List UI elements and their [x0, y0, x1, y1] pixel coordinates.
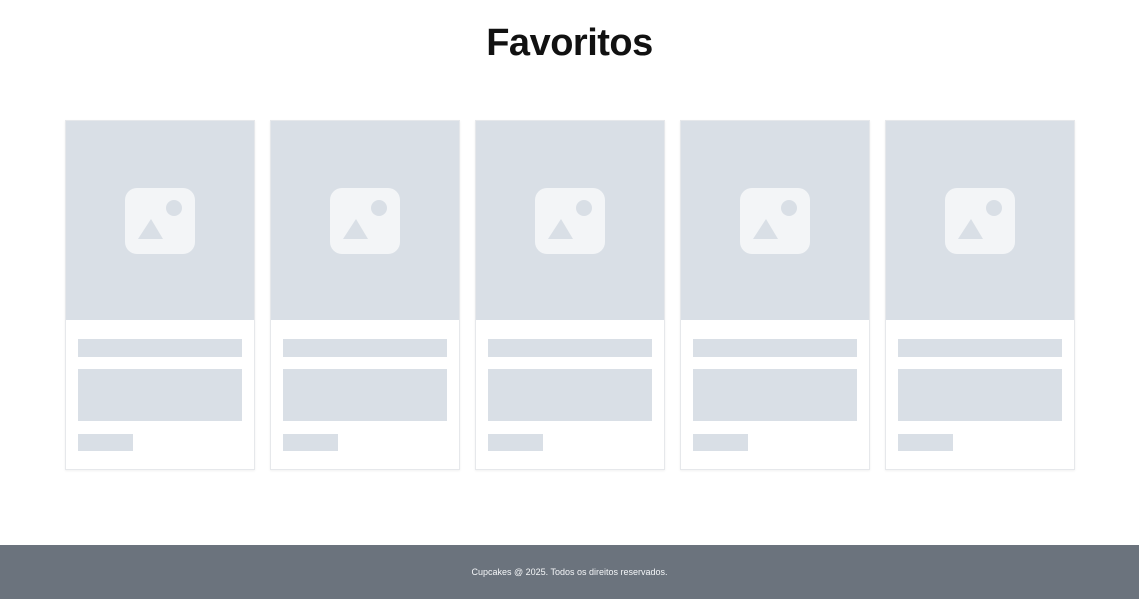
card-description-skeleton: [78, 369, 242, 421]
favorite-card-skeleton: [65, 120, 255, 470]
card-description-skeleton: [898, 369, 1062, 421]
card-image-placeholder: [476, 121, 664, 320]
card-title-skeleton: [283, 339, 447, 357]
card-price-skeleton: [693, 434, 748, 451]
card-price-skeleton: [898, 434, 953, 451]
card-price-skeleton: [283, 434, 338, 451]
card-image-placeholder: [66, 121, 254, 320]
card-image-placeholder: [271, 121, 459, 320]
card-title-skeleton: [898, 339, 1062, 357]
image-placeholder-icon: [945, 187, 1015, 254]
card-title-skeleton: [488, 339, 652, 357]
footer: Cupcakes @ 2025. Todos os direitos reser…: [0, 545, 1139, 599]
image-placeholder-icon: [740, 187, 810, 254]
card-image-placeholder: [681, 121, 869, 320]
card-image-placeholder: [886, 121, 1074, 320]
card-description-skeleton: [693, 369, 857, 421]
favorite-card-skeleton: [270, 120, 460, 470]
card-price-skeleton: [488, 434, 543, 451]
image-placeholder-icon: [330, 187, 400, 254]
card-description-skeleton: [283, 369, 447, 421]
favorite-card-skeleton: [475, 120, 665, 470]
favorites-card-grid: [65, 120, 1075, 470]
footer-copyright: Cupcakes @ 2025. Todos os direitos reser…: [471, 567, 668, 577]
card-title-skeleton: [693, 339, 857, 357]
favorite-card-skeleton: [680, 120, 870, 470]
image-placeholder-icon: [535, 187, 605, 254]
favorite-card-skeleton: [885, 120, 1075, 470]
image-placeholder-icon: [125, 187, 195, 254]
page-title: Favoritos: [486, 22, 653, 64]
card-title-skeleton: [78, 339, 242, 357]
card-price-skeleton: [78, 434, 133, 451]
card-description-skeleton: [488, 369, 652, 421]
